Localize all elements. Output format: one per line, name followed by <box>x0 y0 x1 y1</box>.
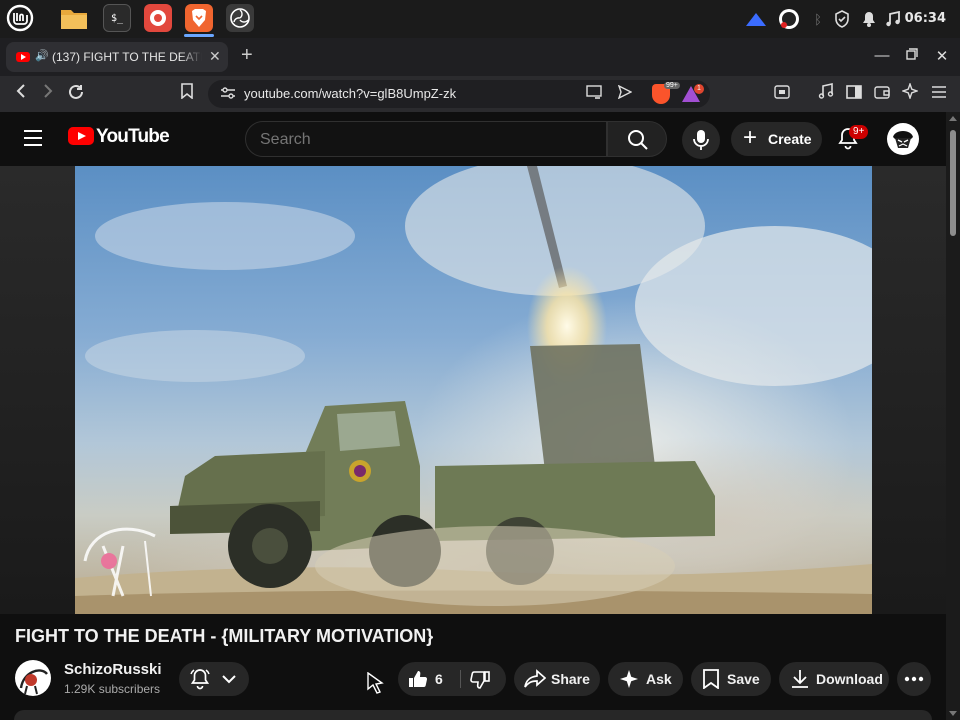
cursor-pointer-icon <box>366 671 384 699</box>
forward-icon[interactable] <box>37 83 59 105</box>
bell-icon <box>190 669 210 690</box>
notifications-badge: 9+ <box>849 125 869 139</box>
mint-menu-icon[interactable] <box>6 4 34 32</box>
share-icon <box>524 669 546 688</box>
youtube-favicon-icon <box>16 52 30 62</box>
share-button[interactable]: Share <box>514 662 600 696</box>
site-settings-icon[interactable] <box>220 86 236 103</box>
youtube-logo-icon[interactable] <box>68 127 94 145</box>
more-horizontal-icon <box>904 676 924 682</box>
search-box[interactable] <box>245 121 607 157</box>
reload-icon[interactable] <box>65 83 87 105</box>
minimize-icon[interactable]: — <box>873 47 891 64</box>
notifications-tray-icon[interactable] <box>861 9 877 29</box>
search-button[interactable] <box>607 121 667 157</box>
guide-menu-icon[interactable] <box>24 130 42 146</box>
player-ambient-right <box>872 166 946 614</box>
share-label: Share <box>551 671 590 687</box>
like-count: 6 <box>435 671 443 687</box>
audio-playing-icon[interactable]: 🔊 <box>35 49 49 62</box>
player-ambient-left <box>0 166 75 614</box>
subscriber-count: 1.29K subscribers <box>64 682 161 696</box>
download-icon <box>792 670 808 688</box>
save-icon <box>703 669 719 689</box>
plus-icon: + <box>743 124 758 151</box>
shield-blocked-count: 99+ <box>664 82 680 89</box>
scroll-up-arrow-icon[interactable] <box>949 116 957 121</box>
browser-toolbar: youtube.com/watch?v=glB8UmpZ-zk 99+ 1 <box>0 76 960 112</box>
youtube-wordmark[interactable]: YouTube <box>96 126 170 148</box>
files-icon[interactable] <box>60 4 88 32</box>
save-label: Save <box>727 671 760 687</box>
bookmark-icon[interactable] <box>176 83 198 105</box>
shield-tray-icon[interactable] <box>833 9 851 29</box>
sparkle-icon <box>620 670 638 688</box>
create-label: Create <box>768 131 812 147</box>
channel-name[interactable]: SchizoRusski <box>64 661 162 678</box>
create-button[interactable]: + Create <box>731 122 822 156</box>
description-box-edge[interactable] <box>14 710 932 720</box>
dislike-button[interactable] <box>461 662 506 696</box>
firefox-icon[interactable] <box>144 4 172 32</box>
video-title: FIGHT TO THE DEATH - {MILITARY MOTIVATIO… <box>15 626 434 646</box>
maximize-icon[interactable] <box>903 47 921 64</box>
music-tray-icon[interactable] <box>885 9 901 29</box>
obs-icon[interactable] <box>226 4 254 32</box>
obs-tray-icon[interactable] <box>777 9 801 29</box>
subscription-bell-button[interactable] <box>179 662 249 696</box>
youtube-masthead: YouTube + Create 9+ <box>0 112 946 166</box>
scrollbar-thumb[interactable] <box>950 130 956 236</box>
os-taskbar: $_ ᛒ 06:34 <box>0 0 960 38</box>
media-icon[interactable] <box>815 83 837 105</box>
video-frame[interactable] <box>75 166 872 614</box>
address-bar[interactable]: youtube.com/watch?v=glB8UmpZ-zk 99+ 1 <box>208 80 710 108</box>
brave-browser-icon[interactable] <box>185 4 213 32</box>
ask-label: Ask <box>646 671 672 687</box>
ask-button[interactable]: Ask <box>608 662 683 696</box>
terminal-icon[interactable]: $_ <box>103 4 131 32</box>
save-button[interactable]: Save <box>691 662 771 696</box>
tab-close-icon[interactable]: ✕ <box>209 48 221 65</box>
rewards-badge: 1 <box>694 84 704 94</box>
search-input[interactable] <box>260 131 580 149</box>
thumbs-up-icon <box>409 671 428 688</box>
reader-mode-icon[interactable] <box>771 83 793 105</box>
page-scrollbar[interactable] <box>946 112 960 720</box>
like-button[interactable]: 6 <box>398 662 460 696</box>
scroll-down-arrow-icon[interactable] <box>949 711 957 716</box>
sidebar-icon[interactable] <box>843 83 865 105</box>
browser-tab-active[interactable]: 🔊 (137) FIGHT TO THE DEATH - {MILITARY M… <box>6 42 228 72</box>
voice-search-button[interactable] <box>682 121 720 159</box>
clock[interactable]: 06:34 <box>905 11 946 26</box>
active-app-indicator <box>184 34 214 37</box>
account-avatar[interactable] <box>887 123 919 155</box>
more-actions-button[interactable] <box>897 662 931 696</box>
download-button[interactable]: Download <box>779 662 889 696</box>
vpn-icon[interactable] <box>744 9 768 29</box>
tab-title: (137) FIGHT TO THE DEATH - {MILITARY MOT… <box>52 50 202 64</box>
video-player[interactable] <box>0 166 946 614</box>
cast-icon[interactable] <box>586 85 602 102</box>
download-label: Download <box>816 671 883 687</box>
new-tab-button[interactable]: + <box>241 44 253 67</box>
send-icon[interactable] <box>617 84 633 102</box>
chevron-down-icon <box>222 675 236 684</box>
browser-tab-strip: 🔊 (137) FIGHT TO THE DEATH - {MILITARY M… <box>0 38 960 76</box>
back-icon[interactable] <box>10 83 32 105</box>
search-icon <box>628 130 648 150</box>
channel-avatar[interactable] <box>15 660 51 696</box>
thumbs-down-icon <box>470 671 490 689</box>
main-menu-icon[interactable] <box>928 83 950 105</box>
wallet-icon[interactable] <box>871 83 893 105</box>
leo-ai-icon[interactable] <box>899 81 921 105</box>
video-frame-image <box>75 166 872 614</box>
microphone-icon <box>693 130 709 150</box>
bluetooth-icon[interactable]: ᛒ <box>810 9 826 29</box>
like-dislike-group: 6 <box>398 662 506 696</box>
url-text[interactable]: youtube.com/watch?v=glB8UmpZ-zk <box>244 86 456 101</box>
close-window-icon[interactable]: ✕ <box>933 47 951 65</box>
